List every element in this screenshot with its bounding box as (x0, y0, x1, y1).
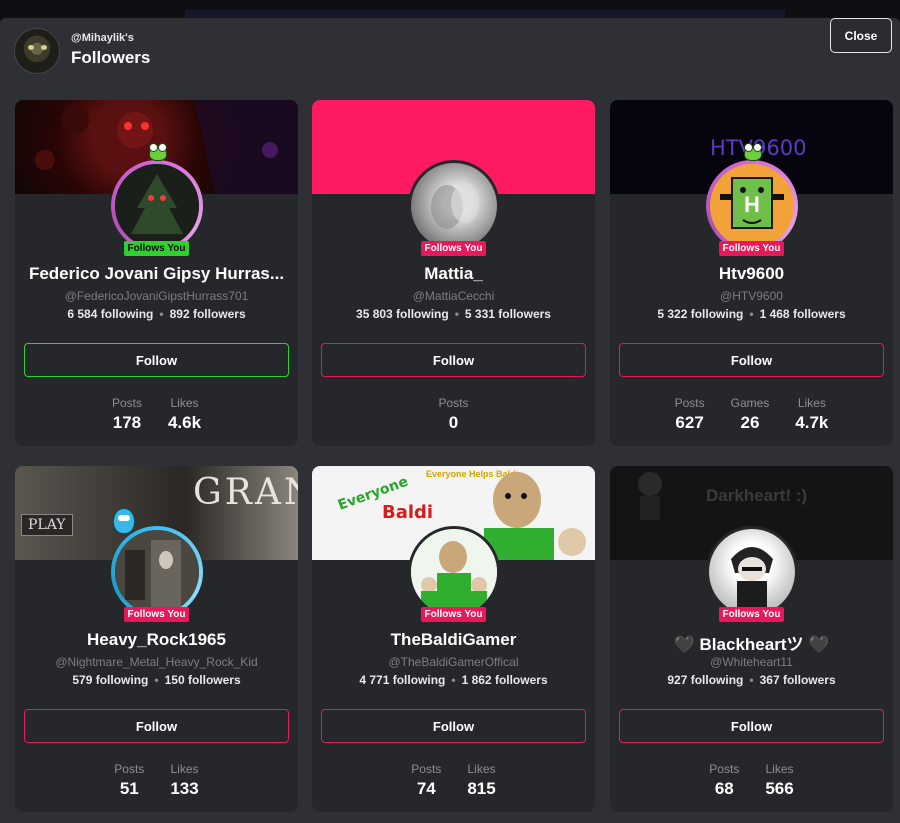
stat-posts: Posts 51 (114, 762, 145, 798)
profile-stats: Posts 0 (312, 396, 595, 433)
username: @HTV9600 (720, 289, 783, 303)
stat-likes: Likes 566 (765, 762, 794, 798)
owner-avatar (14, 28, 60, 74)
close-button[interactable]: Close (830, 18, 892, 53)
follow-button[interactable]: Follow (619, 343, 884, 377)
svg-text:H: H (744, 192, 760, 217)
stat-posts: Posts 178 (111, 396, 142, 432)
followers-count[interactable]: 1 862 followers (462, 673, 548, 687)
separator-dot: • (159, 307, 164, 321)
avatar[interactable] (408, 160, 500, 252)
follower-card: Follows You Federico Jovani Gipsy Hurras… (15, 100, 298, 446)
stat-posts: Posts 0 (438, 396, 469, 432)
follow-counts: 4 771 following • 1 862 followers (312, 673, 595, 687)
follow-counts: 6 584 following • 892 followers (15, 307, 298, 321)
follows-you-badge: Follows You (123, 607, 190, 622)
profile-stats: Posts 74 Likes 815 (312, 762, 595, 799)
following-count[interactable]: 6 584 following (67, 307, 153, 321)
follow-button[interactable]: Follow (24, 343, 289, 377)
separator-dot: • (749, 673, 754, 687)
followers-count[interactable]: 367 followers (760, 673, 836, 687)
avatar[interactable] (111, 508, 203, 618)
follows-you-badge: Follows You (420, 241, 487, 256)
display-name[interactable]: Htv9600 (618, 264, 885, 284)
follower-card: Everyone Helps Baldi Baldi Everyone Foll… (312, 466, 595, 812)
following-count[interactable]: 579 following (72, 673, 148, 687)
separator-dot: • (749, 307, 754, 321)
svg-text:Everyone: Everyone (336, 474, 410, 514)
follow-counts: 35 803 following • 5 331 followers (312, 307, 595, 321)
following-count[interactable]: 35 803 following (356, 307, 449, 321)
follow-button[interactable]: Follow (321, 343, 586, 377)
separator-dot: • (451, 673, 456, 687)
follow-counts: 579 following • 150 followers (15, 673, 298, 687)
stat-likes: Likes 815 (467, 762, 496, 798)
following-count[interactable]: 5 322 following (657, 307, 743, 321)
username: @Nightmare_Metal_Heavy_Rock_Kid (55, 655, 258, 669)
separator-dot: • (454, 307, 459, 321)
display-name[interactable]: TheBaldiGamer (320, 630, 587, 650)
modal-title: Followers (71, 48, 151, 67)
username: @TheBaldiGamerOffical (388, 655, 519, 669)
follow-counts: 927 following • 367 followers (610, 673, 893, 687)
username: @Whiteheart11 (710, 655, 793, 669)
followers-count[interactable]: 892 followers (170, 307, 246, 321)
followers-modal: @Mihaylik's Followers Close Follows You … (0, 18, 900, 823)
follows-you-badge: Follows You (718, 241, 785, 256)
stat-likes: Likes 133 (170, 762, 199, 798)
profile-stats: Posts 178 Likes 4.6k (15, 396, 298, 433)
stat-likes: Likes 4.7k (795, 396, 829, 432)
following-count[interactable]: 4 771 following (359, 673, 445, 687)
profile-stats: Posts 51 Likes 133 (15, 762, 298, 799)
following-count[interactable]: 927 following (667, 673, 743, 687)
frog-icon (744, 143, 762, 161)
follows-you-badge: Follows You (420, 607, 487, 622)
follower-card: PLAY GRANN Follows You Heavy_Rock1965 @N… (15, 466, 298, 812)
stat-games: Games 26 (730, 396, 770, 432)
username: @FedericoJovaniGipstHurrass701 (64, 289, 249, 303)
frog-icon (149, 143, 167, 161)
display-name[interactable]: Heavy_Rock1965 (23, 630, 290, 650)
stat-posts: Posts 68 (709, 762, 740, 798)
follow-button[interactable]: Follow (619, 709, 884, 743)
stat-posts: Posts 627 (674, 396, 705, 432)
avatar[interactable]: H (706, 143, 798, 252)
display-name[interactable]: Mattia_ (320, 264, 587, 284)
follows-you-badge: Follows You (718, 607, 785, 622)
username: @MattiaCecchi (412, 289, 495, 303)
follow-counts: 5 322 following • 1 468 followers (610, 307, 893, 321)
owner-handle: @Mihaylik's (71, 32, 134, 44)
avatar[interactable] (111, 143, 203, 252)
display-name[interactable]: 🖤 Blackheartツ 🖤 (618, 630, 885, 655)
avatar[interactable] (408, 526, 500, 618)
stat-posts: Posts 74 (411, 762, 442, 798)
follows-you-badge: Follows You (123, 241, 190, 256)
followers-count[interactable]: 150 followers (165, 673, 241, 687)
stat-likes: Likes 4.6k (167, 396, 202, 432)
follower-card: Follows You Mattia_ @MattiaCecchi 35 803… (312, 100, 595, 446)
follow-button[interactable]: Follow (24, 709, 289, 743)
followers-count[interactable]: 1 468 followers (760, 307, 846, 321)
banner-text: GRANN (193, 472, 298, 513)
follower-card: HTV9600 H Follows You Htv9600 @HTV9600 5… (610, 100, 893, 446)
background-strip (0, 0, 900, 20)
display-name[interactable]: Federico Jovani Gipsy Hurras... (23, 264, 290, 284)
profile-stats: Posts 627 Games 26 Likes 4.7k (610, 396, 893, 433)
profile-stats: Posts 68 Likes 566 (610, 762, 893, 799)
followers-count[interactable]: 5 331 followers (465, 307, 551, 321)
banner-text: PLAY (21, 514, 73, 536)
follow-button[interactable]: Follow (321, 709, 586, 743)
follower-card: Darkheart! :) Follows You 🖤 Blackheartツ … (610, 466, 893, 812)
avatar[interactable] (706, 526, 798, 618)
blue-monster-icon (113, 508, 135, 534)
separator-dot: • (154, 673, 159, 687)
